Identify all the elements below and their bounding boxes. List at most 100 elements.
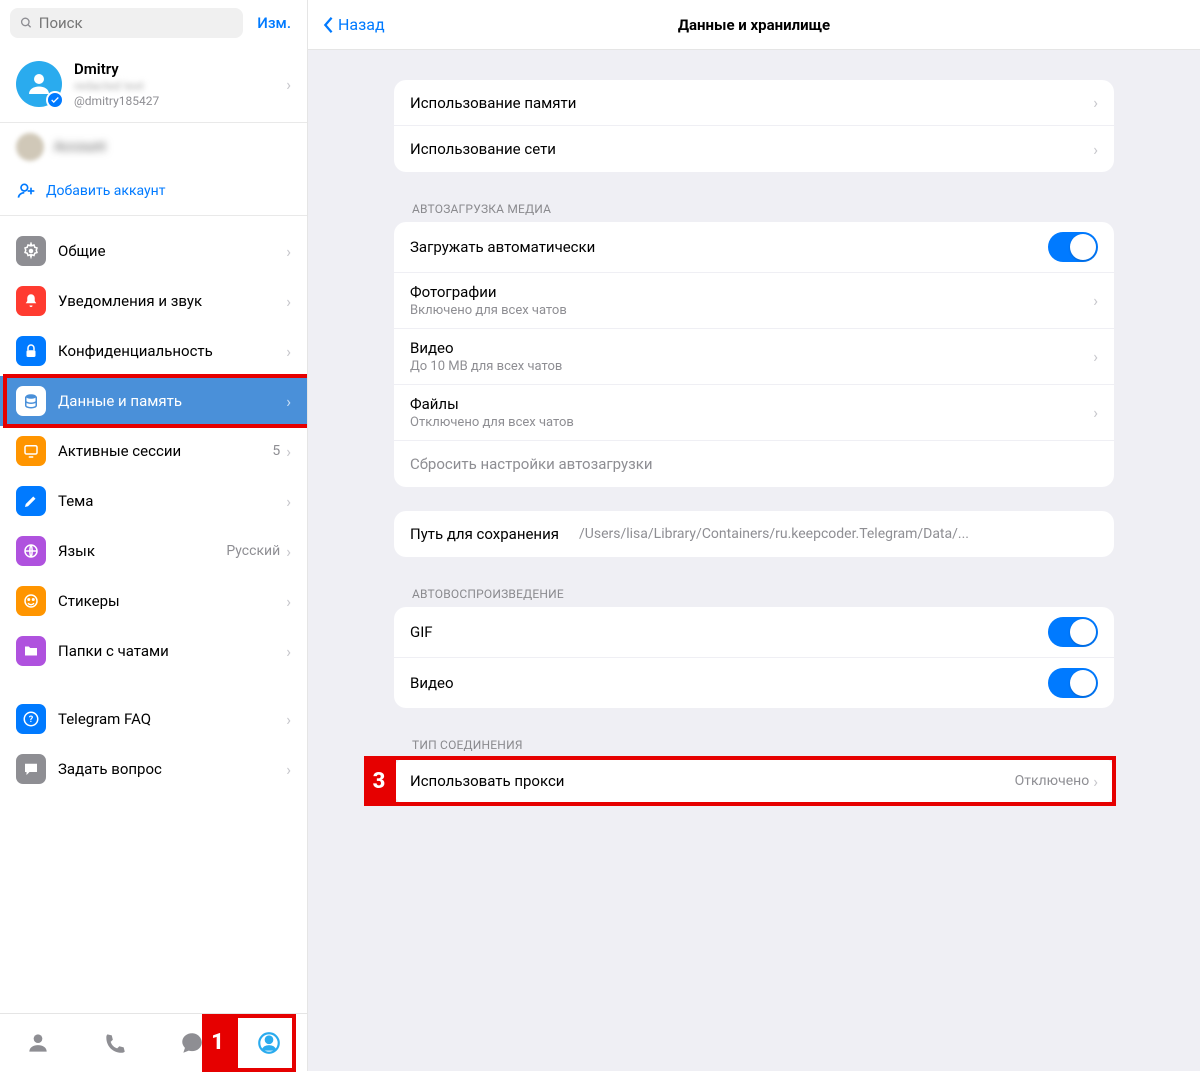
chevron-right-icon: › (286, 75, 291, 94)
video-autoplay-row[interactable]: Видео (394, 658, 1114, 708)
row-title: Видео (410, 339, 1093, 357)
autodownload-card: Загружать автоматически Фотографии Включ… (394, 222, 1114, 487)
sidebar-item-faq[interactable]: ? Telegram FAQ › (0, 694, 307, 744)
chevron-right-icon: › (286, 542, 291, 561)
avatar (16, 61, 62, 107)
setting-label: Telegram FAQ (58, 710, 286, 728)
profile-phone: redacted text (74, 79, 286, 93)
sidebar-item-data-storage[interactable]: Данные и память › 2 (0, 376, 307, 426)
proxy-card-wrap: Использовать прокси Отключено › 3 (394, 758, 1114, 804)
files-row[interactable]: Файлы Отключено для всех чатов › (394, 385, 1114, 441)
search-icon (20, 16, 33, 30)
chevron-right-icon: › (1093, 772, 1098, 791)
profile-name: Dmitry (74, 60, 286, 78)
chevron-right-icon: › (1093, 93, 1098, 112)
photos-row[interactable]: Фотографии Включено для всех чатов › (394, 273, 1114, 329)
row-title: GIF (410, 623, 1048, 641)
chevron-left-icon (322, 16, 334, 34)
sidebar-item-theme[interactable]: Тема › (0, 476, 307, 526)
gif-toggle[interactable] (1048, 617, 1098, 647)
setting-label: Тема (58, 492, 286, 510)
sidebar-item-sessions[interactable]: Активные сессии 5 › (0, 426, 307, 476)
account-avatar (16, 133, 44, 161)
usage-card: Использование памяти › Использование сет… (394, 80, 1114, 172)
storage-usage-row[interactable]: Использование памяти › (394, 80, 1114, 126)
chevron-right-icon: › (286, 592, 291, 611)
back-label: Назад (338, 15, 385, 34)
add-account-label: Добавить аккаунт (46, 183, 165, 199)
chevron-right-icon: › (286, 242, 291, 261)
sidebar-item-notifications[interactable]: Уведомления и звук › (0, 276, 307, 326)
row-title: Видео (410, 674, 1048, 692)
chevron-right-icon: › (1093, 347, 1098, 366)
database-icon (16, 386, 46, 416)
secondary-account-row[interactable]: Account (0, 123, 307, 171)
search-input[interactable] (39, 14, 234, 32)
auto-download-toggle-row[interactable]: Загружать автоматически (394, 222, 1114, 273)
main-pane: Назад Данные и хранилище Использование п… (308, 0, 1200, 1071)
setting-label: Активные сессии (58, 442, 272, 460)
video-row[interactable]: Видео До 10 MB для всех чатов › (394, 329, 1114, 385)
row-subtitle: Включено для всех чатов (410, 303, 1093, 318)
chevron-right-icon: › (286, 642, 291, 661)
gif-autoplay-row[interactable]: GIF (394, 607, 1114, 658)
proxy-card: Использовать прокси Отключено › (394, 758, 1114, 804)
profile-info: Dmitry redacted text @dmitry185427 (74, 60, 286, 108)
auto-download-toggle[interactable] (1048, 232, 1098, 262)
setting-label: Папки с чатами (58, 642, 286, 660)
back-button[interactable]: Назад (308, 15, 399, 34)
sidebar-item-stickers[interactable]: Стикеры › (0, 576, 307, 626)
tab-contacts[interactable] (20, 1025, 56, 1061)
save-path-card: Путь для сохранения /Users/lisa/Library/… (394, 511, 1114, 557)
chevron-right-icon: › (1093, 403, 1098, 422)
tab-bar: 1 (0, 1013, 307, 1071)
row-title: Файлы (410, 395, 1093, 413)
search-field[interactable] (10, 8, 243, 38)
sticker-icon (16, 586, 46, 616)
use-proxy-row[interactable]: Использовать прокси Отключено › (394, 758, 1114, 804)
connection-header: ТИП СОЕДИНЕНИЯ (394, 732, 1114, 758)
setting-label: Конфиденциальность (58, 342, 286, 360)
network-usage-row[interactable]: Использование сети › (394, 126, 1114, 172)
sidebar-item-language[interactable]: Язык Русский › (0, 526, 307, 576)
row-title: Путь для сохранения (410, 525, 559, 543)
row-title: Использовать прокси (410, 772, 1015, 790)
setting-label: Стикеры (58, 592, 286, 610)
setting-label: Данные и память (58, 392, 286, 410)
row-title: Загружать автоматически (410, 238, 1048, 256)
edit-button[interactable]: Изм. (251, 10, 297, 36)
autoplay-card: GIF Видео (394, 607, 1114, 708)
content: Использование памяти › Использование сет… (308, 50, 1200, 1071)
setting-label: Язык (58, 542, 226, 560)
verified-badge-icon (46, 91, 64, 109)
sidebar-item-privacy[interactable]: Конфиденциальность › (0, 326, 307, 376)
video-toggle[interactable] (1048, 668, 1098, 698)
chevron-right-icon: › (286, 392, 291, 411)
reset-autodownload-row[interactable]: Сбросить настройки автозагрузки (394, 441, 1114, 487)
setting-label: Задать вопрос (58, 760, 286, 778)
chevron-right-icon: › (286, 442, 291, 461)
sidebar: Изм. Dmitry redacted text @dmitry185427 … (0, 0, 308, 1071)
save-path-row[interactable]: Путь для сохранения /Users/lisa/Library/… (394, 511, 1114, 557)
bell-icon (16, 286, 46, 316)
setting-label: Общие (58, 242, 286, 260)
globe-icon (16, 536, 46, 566)
row-title: Сбросить настройки автозагрузки (410, 455, 1098, 473)
tab-calls[interactable] (97, 1025, 133, 1061)
chevron-right-icon: › (286, 760, 291, 779)
sidebar-item-ask[interactable]: Задать вопрос › (0, 744, 307, 794)
chevron-right-icon: › (1093, 291, 1098, 310)
sidebar-item-folders[interactable]: Папки с чатами › (0, 626, 307, 676)
chevron-right-icon: › (1093, 140, 1098, 159)
row-title: Фотографии (410, 283, 1093, 301)
sidebar-item-general[interactable]: Общие › (0, 226, 307, 276)
gear-icon (16, 236, 46, 266)
settings-list: Общие › Уведомления и звук › Конфиденциа… (0, 216, 307, 1013)
sessions-icon (16, 436, 46, 466)
row-title: Использование памяти (410, 94, 1093, 112)
brush-icon (16, 486, 46, 516)
tab-settings[interactable] (251, 1025, 287, 1061)
profile-row[interactable]: Dmitry redacted text @dmitry185427 › (0, 46, 307, 123)
add-account-button[interactable]: Добавить аккаунт (0, 171, 307, 216)
chevron-right-icon: › (286, 710, 291, 729)
